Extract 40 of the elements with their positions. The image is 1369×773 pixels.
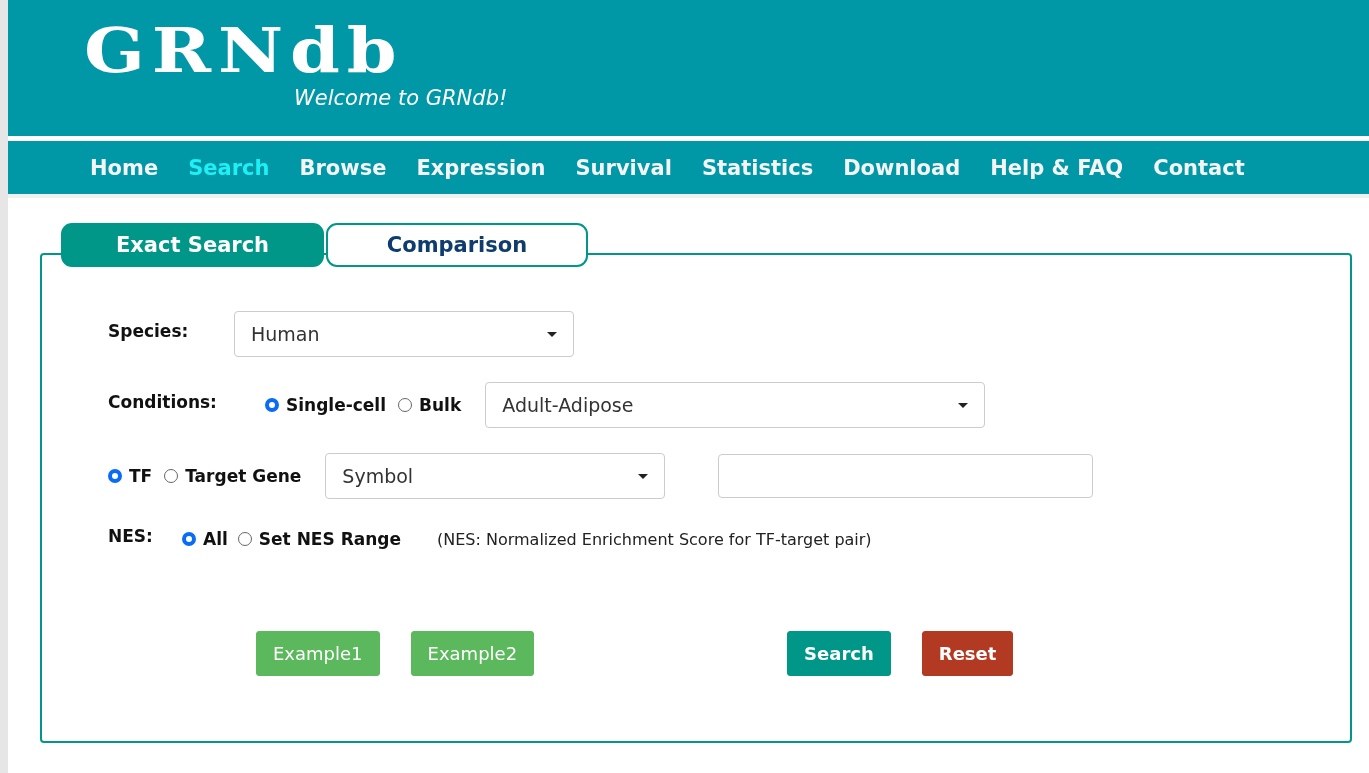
action-button[interactable]: Reset [921,631,1014,676]
nav-link[interactable]: Browse [299,155,387,180]
caret-icon [638,473,649,479]
site-logo: GRNdb [84,18,405,84]
site-tagline: Welcome to GRNdb! [294,86,509,110]
nav-link[interactable]: Statistics [701,155,814,180]
field-label: NES: [108,526,154,546]
radio-option[interactable]: TF [108,466,153,486]
radio-button[interactable] [108,469,122,483]
nav-link[interactable]: Survival [575,155,672,180]
action-button[interactable]: Example1 [256,631,380,676]
radio-button[interactable] [164,469,179,483]
nav-link[interactable]: Help & FAQ [990,155,1124,180]
action-button[interactable]: Search [787,631,891,676]
radio-button[interactable] [237,532,252,546]
nav-link[interactable]: Contact [1153,155,1245,180]
nav-link[interactable]: Search [188,155,270,180]
radio-option[interactable]: Set NES Range [237,529,401,549]
caret-icon [958,402,969,408]
nav-link[interactable]: Home [90,155,159,180]
field-label: Conditions: [108,392,218,412]
id-type-dropdown[interactable]: Symbol [325,453,666,499]
conditions-dropdown[interactable]: Adult-Adipose [485,382,986,428]
species-dropdown[interactable]: Human [234,311,574,357]
radio-option[interactable]: Target Gene [164,466,302,486]
nav-link[interactable]: Download [843,155,961,180]
radio-option[interactable]: Single-cell [265,395,387,415]
radio-button[interactable] [182,532,196,546]
tab[interactable]: Exact Search [61,223,324,267]
radio-button[interactable] [398,398,413,412]
radio-option[interactable]: All [182,529,228,549]
search-input[interactable] [718,454,1094,498]
nes-note: (NES: Normalized Enrichment Score for TF-target pair) [437,529,872,549]
field-label: Species: [108,321,190,341]
radio-button[interactable] [265,398,279,412]
caret-icon [547,331,557,337]
nav-link[interactable]: Expression [416,155,546,180]
action-button[interactable]: Example2 [410,631,535,676]
radio-option[interactable]: Bulk [398,395,462,415]
tab[interactable]: Comparison [326,223,588,267]
